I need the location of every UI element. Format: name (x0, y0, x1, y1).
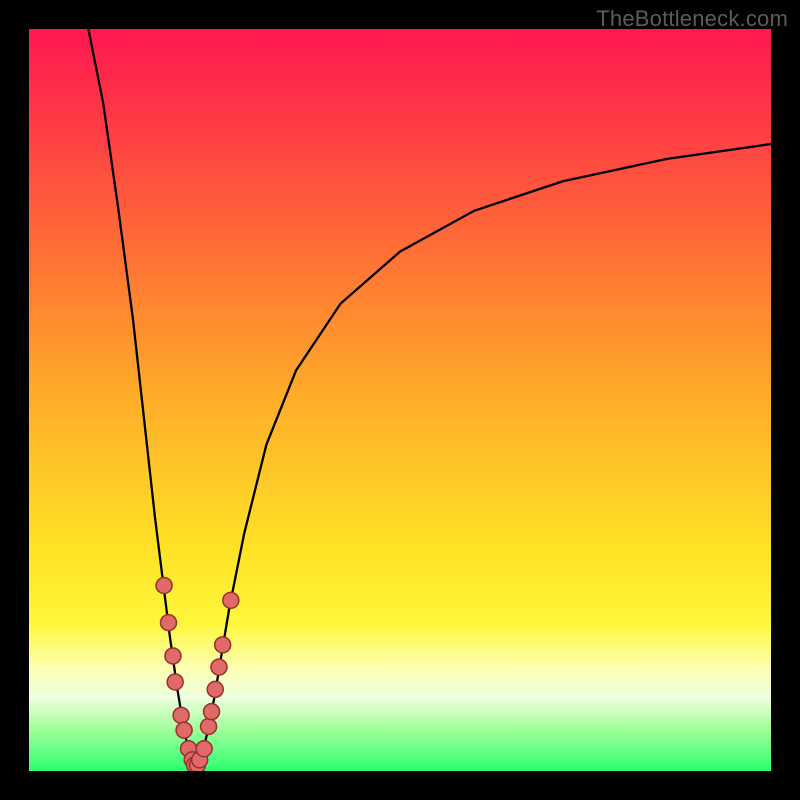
highlight-dot (211, 659, 227, 675)
highlight-dot (215, 637, 231, 653)
highlight-dot (161, 615, 177, 631)
highlight-dot (176, 722, 192, 738)
highlight-dot (207, 681, 223, 697)
highlight-dot (204, 704, 220, 720)
highlight-dot (223, 592, 239, 608)
curve-right-branch (196, 144, 771, 767)
highlight-dot (165, 648, 181, 664)
chart-svg (29, 29, 771, 771)
chart-frame: TheBottleneck.com (0, 0, 800, 800)
highlight-dot (196, 741, 212, 757)
highlight-dot (167, 674, 183, 690)
highlight-dot (173, 707, 189, 723)
watermark-text: TheBottleneck.com (596, 6, 788, 32)
highlight-dot (201, 718, 217, 734)
highlight-dots (156, 578, 239, 772)
highlight-dot (156, 578, 172, 594)
